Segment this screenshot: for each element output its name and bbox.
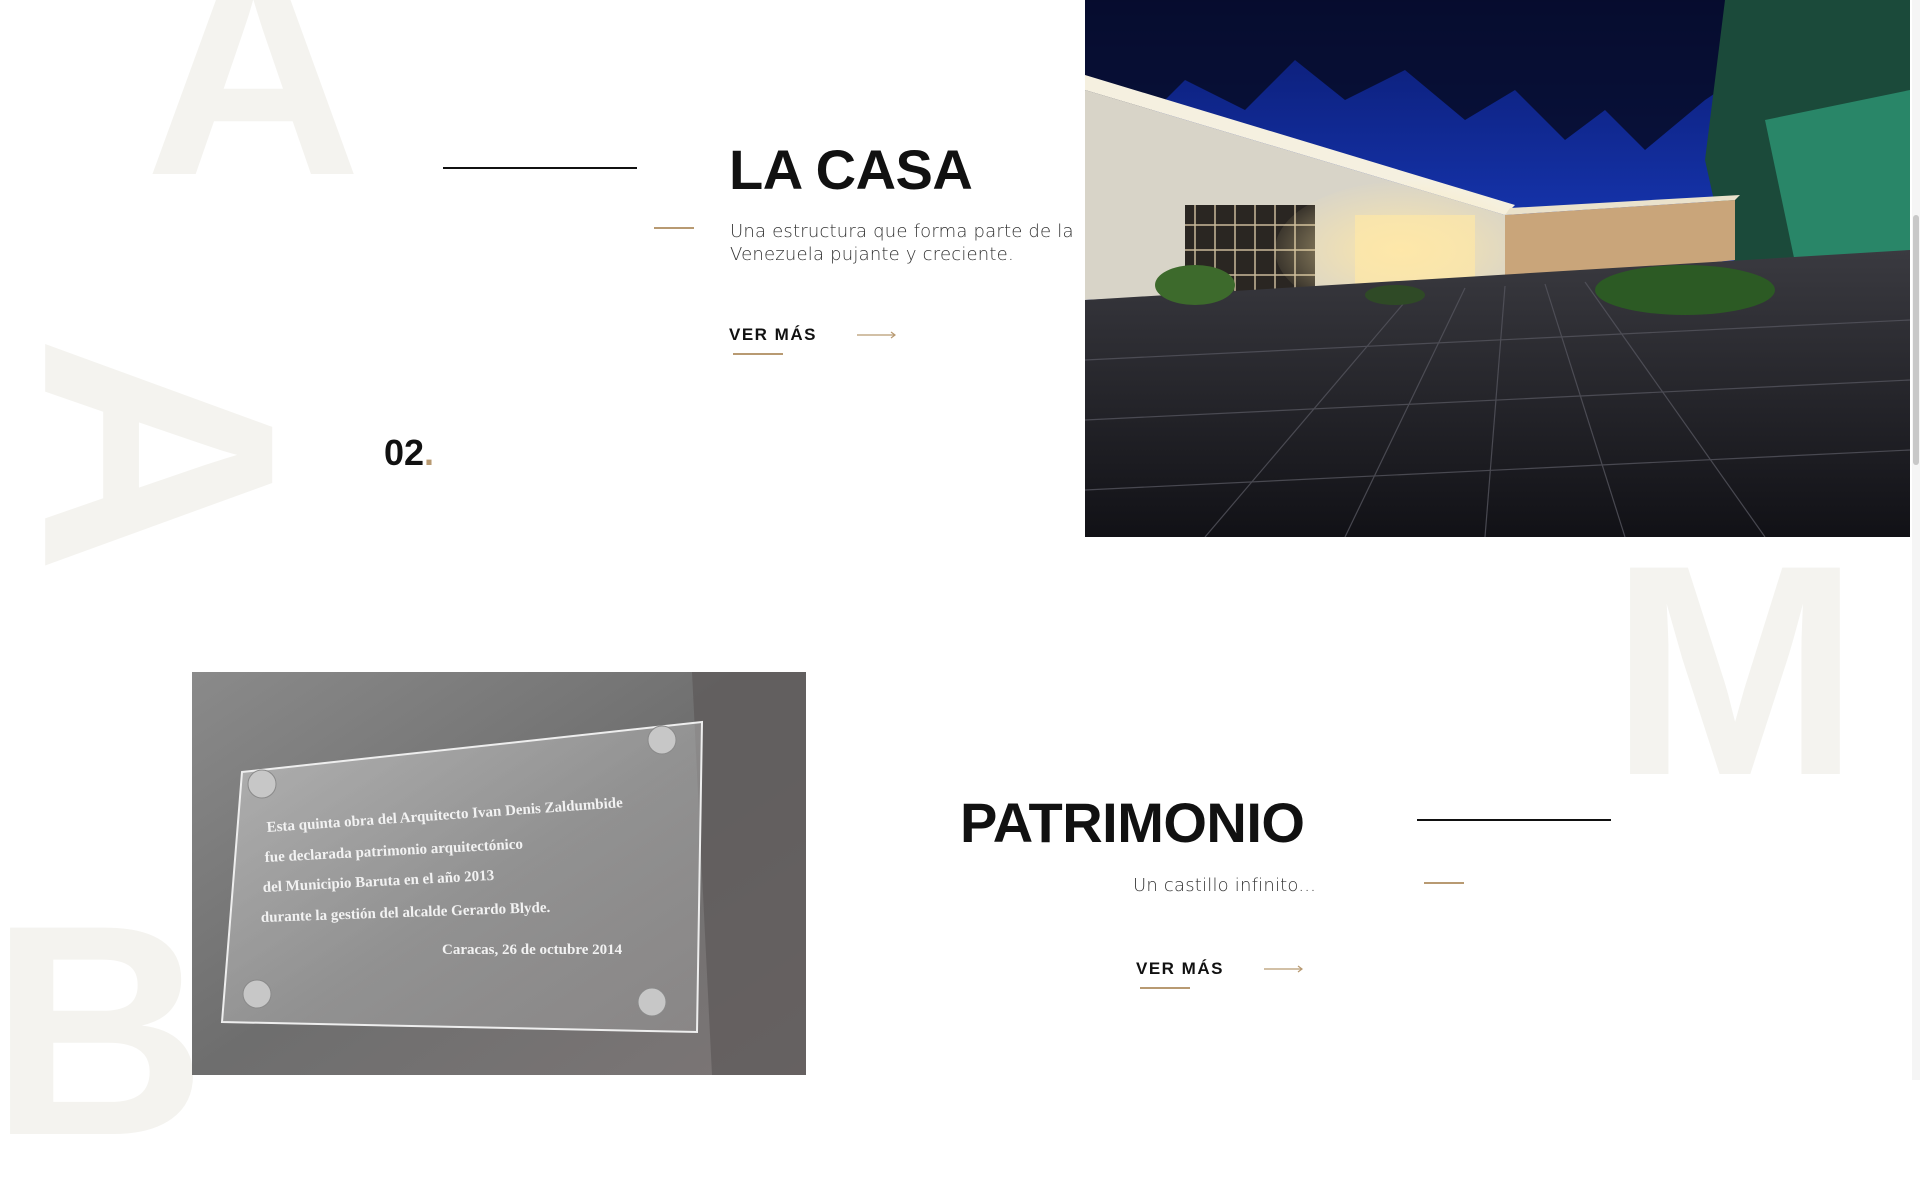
section-description: Un castillo infinito... xyxy=(1133,875,1317,896)
plaque-photo-graphic: Esta quinta obra del Arquitecto Ivan Den… xyxy=(192,672,806,1075)
accent-line xyxy=(1424,882,1464,884)
glass-plaque-photo: Esta quinta obra del Arquitecto Ivan Den… xyxy=(192,672,806,1075)
night-house-courtyard-photo xyxy=(1085,0,1910,537)
section-number-dot: . xyxy=(424,432,435,473)
section-title: PATRIMONIO xyxy=(960,791,1305,854)
arrow-right-icon xyxy=(856,331,896,339)
description-line: Una estructura que forma parte de la xyxy=(730,221,1074,242)
house-photo-graphic xyxy=(1085,0,1910,537)
ver-mas-label: VER MÁS xyxy=(729,325,817,355)
section-description: Una estructura que forma parte de la Ven… xyxy=(730,220,1074,266)
ver-mas-button[interactable]: VER MÁS xyxy=(1136,959,1304,989)
section-number-value: 02 xyxy=(384,432,425,473)
ver-mas-button[interactable]: VER MÁS xyxy=(729,325,897,355)
scrollbar-thumb[interactable] xyxy=(1913,215,1919,465)
section-title: LA CASA xyxy=(729,138,973,201)
background-letter-a-rotated: A xyxy=(0,335,345,575)
arrow-right-icon xyxy=(1263,965,1303,973)
scrollbar-track[interactable] xyxy=(1912,0,1920,1080)
background-letter-b: B xyxy=(0,862,207,1198)
ver-mas-label: VER MÁS xyxy=(1136,959,1224,989)
background-letter-a: A xyxy=(145,0,362,238)
title-divider-line xyxy=(443,167,637,169)
plaque-date: Caracas, 26 de octubre 2014 xyxy=(442,942,623,958)
background-letter-m: M xyxy=(1610,502,1860,838)
accent-line xyxy=(654,227,694,229)
description-line: Venezuela pujante y creciente. xyxy=(730,244,1014,265)
title-divider-line xyxy=(1417,819,1611,821)
section-number: 02. xyxy=(384,432,434,474)
